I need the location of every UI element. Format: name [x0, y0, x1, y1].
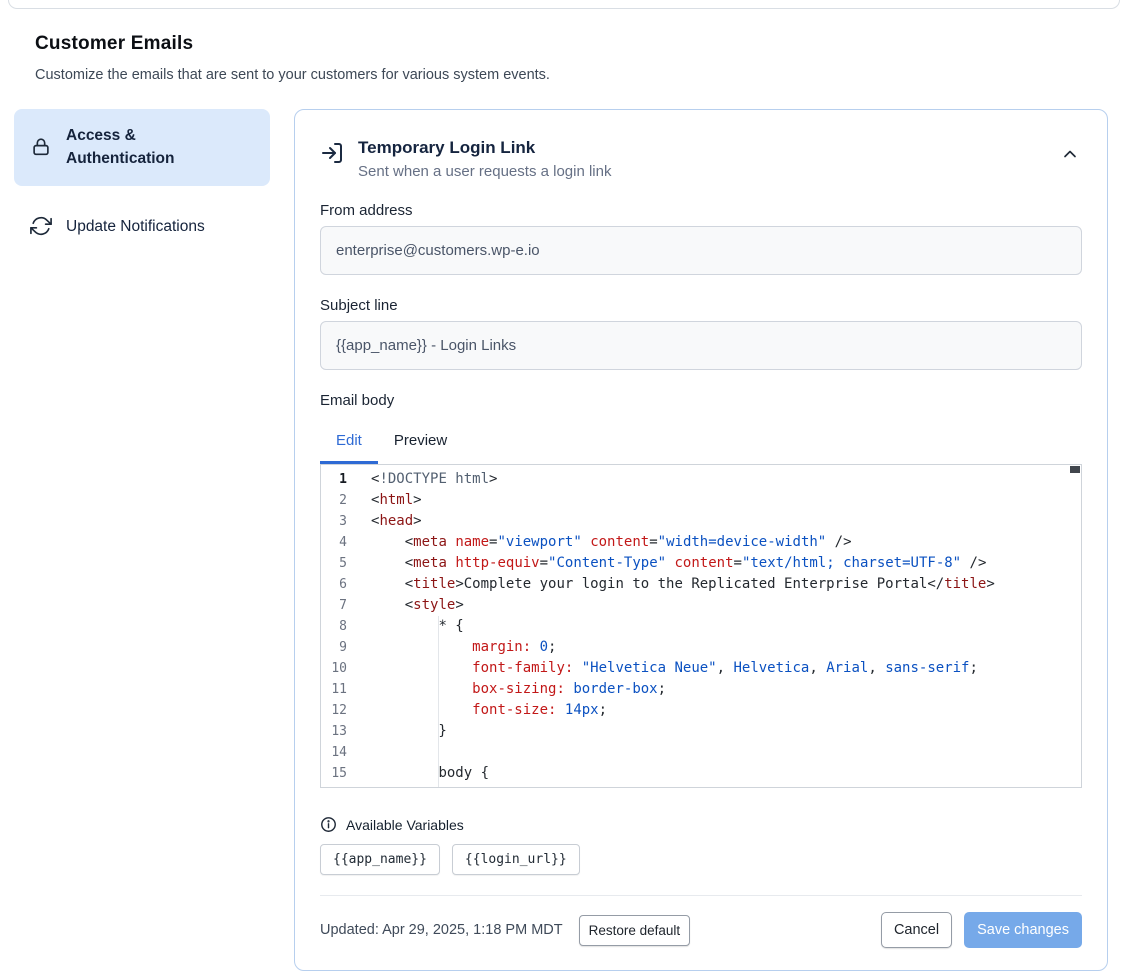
line-number: 4	[321, 532, 347, 553]
code-line-12: 12 font-size: 14px;	[321, 700, 1081, 721]
code-line-13: 13 }	[321, 721, 1081, 742]
code-line-content: <meta http-equiv="Content-Type" content=…	[347, 553, 986, 574]
code-line-content: <head>	[347, 511, 422, 532]
code-line-content: background-color: #f8f8f8;	[347, 784, 691, 788]
email-body-label: Email body	[320, 392, 1082, 409]
available-variables-label: Available Variables	[346, 817, 464, 833]
panel-header-text: Temporary Login Link Sent when a user re…	[358, 138, 1044, 180]
code-line-2: 2<html>	[321, 490, 1081, 511]
code-line-content: margin: 0;	[347, 637, 556, 658]
main-layout: Access & Authentication Update Notificat…	[14, 109, 1108, 971]
editor-tabs: Edit Preview	[320, 422, 1082, 464]
previous-card-bottom-edge	[8, 0, 1120, 9]
editor-scrollbar-thumb[interactable]	[1070, 466, 1080, 473]
code-line-8: 8 * {	[321, 616, 1081, 637]
line-number: 2	[321, 490, 347, 511]
line-number: 1	[321, 469, 347, 490]
code-line-6: 6 <title>Complete your login to the Repl…	[321, 574, 1081, 595]
line-number: 3	[321, 511, 347, 532]
line-number: 6	[321, 574, 347, 595]
line-number: 16	[321, 784, 347, 788]
lock-icon	[30, 136, 52, 158]
collapse-panel-button[interactable]	[1058, 142, 1082, 166]
page-header: Customer Emails Customize the emails tha…	[35, 33, 1093, 83]
sidebar-item-label: Access & Authentication	[66, 124, 198, 171]
page-title: Customer Emails	[35, 33, 1093, 55]
code-editor[interactable]: 1<!DOCTYPE html>2<html>3<head>4 <meta na…	[320, 464, 1082, 788]
panel-subtitle: Sent when a user requests a login link	[358, 163, 1044, 180]
indent-guide	[438, 616, 439, 787]
code-line-content: <html>	[347, 490, 422, 511]
from-address-input[interactable]	[320, 226, 1082, 275]
code-line-3: 3<head>	[321, 511, 1081, 532]
line-number: 11	[321, 679, 347, 700]
code-line-1: 1<!DOCTYPE html>	[321, 469, 1081, 490]
available-variables-row: Available Variables	[320, 816, 1082, 833]
restore-default-button[interactable]: Restore default	[579, 915, 691, 946]
from-address-label: From address	[320, 202, 1082, 219]
line-number: 10	[321, 658, 347, 679]
code-line-content: * {	[347, 616, 464, 637]
line-number: 13	[321, 721, 347, 742]
code-line-content: body {	[347, 763, 489, 784]
page-subtitle: Customize the emails that are sent to yo…	[35, 67, 1093, 83]
line-number: 15	[321, 763, 347, 784]
line-number: 12	[321, 700, 347, 721]
code-line-11: 11 box-sizing: border-box;	[321, 679, 1081, 700]
code-line-content: <style>	[347, 595, 464, 616]
login-icon	[320, 141, 344, 165]
sidebar-item-update-notifications[interactable]: Update Notifications	[14, 200, 270, 253]
sidebar-item-label: Update Notifications	[66, 215, 205, 238]
panel-footer: Updated: Apr 29, 2025, 1:18 PM MDT Resto…	[320, 895, 1082, 948]
code-line-content: <title>Complete your login to the Replic…	[347, 574, 995, 595]
line-number: 14	[321, 742, 347, 763]
code-line-7: 7 <style>	[321, 595, 1081, 616]
email-types-sidebar: Access & Authentication Update Notificat…	[14, 109, 270, 253]
code-line-14: 14	[321, 742, 1081, 763]
panel-title: Temporary Login Link	[358, 138, 1044, 158]
tab-edit[interactable]: Edit	[320, 422, 378, 464]
code-line-content: font-family: "Helvetica Neue", Helvetica…	[347, 658, 978, 679]
save-changes-button[interactable]: Save changes	[964, 912, 1082, 948]
line-number: 5	[321, 553, 347, 574]
code-line-10: 10 font-family: "Helvetica Neue", Helvet…	[321, 658, 1081, 679]
email-settings-panel: Temporary Login Link Sent when a user re…	[294, 109, 1108, 971]
line-number: 8	[321, 616, 347, 637]
code-line-content	[347, 742, 371, 763]
code-lines: 1<!DOCTYPE html>2<html>3<head>4 <meta na…	[321, 469, 1081, 788]
chevron-up-icon	[1060, 144, 1080, 164]
panel-header: Temporary Login Link Sent when a user re…	[320, 138, 1082, 180]
code-line-content: <!DOCTYPE html>	[347, 469, 497, 490]
code-line-4: 4 <meta name="viewport" content="width=d…	[321, 532, 1081, 553]
info-icon	[320, 816, 337, 833]
subject-line-label: Subject line	[320, 297, 1082, 314]
variable-chip-login-url[interactable]: {{login_url}}	[452, 844, 580, 875]
line-number: 9	[321, 637, 347, 658]
updated-timestamp: Updated: Apr 29, 2025, 1:18 PM MDT	[320, 922, 563, 938]
code-line-content: }	[347, 721, 447, 742]
cancel-button[interactable]: Cancel	[881, 912, 952, 948]
variable-chips: {{app_name}} {{login_url}}	[320, 844, 1082, 875]
code-line-5: 5 <meta http-equiv="Content-Type" conten…	[321, 553, 1081, 574]
code-line-9: 9 margin: 0;	[321, 637, 1081, 658]
variable-chip-app-name[interactable]: {{app_name}}	[320, 844, 440, 875]
line-number: 7	[321, 595, 347, 616]
code-line-content: <meta name="viewport" content="width=dev…	[347, 532, 852, 553]
subject-line-input[interactable]	[320, 321, 1082, 370]
code-line-15: 15 body {	[321, 763, 1081, 784]
code-line-content: font-size: 14px;	[347, 700, 607, 721]
code-line-content: box-sizing: border-box;	[347, 679, 666, 700]
tab-preview[interactable]: Preview	[378, 422, 463, 464]
code-line-16: 16 background-color: #f8f8f8;	[321, 784, 1081, 788]
refresh-icon	[30, 215, 52, 237]
sidebar-item-access-authentication[interactable]: Access & Authentication	[14, 109, 270, 186]
